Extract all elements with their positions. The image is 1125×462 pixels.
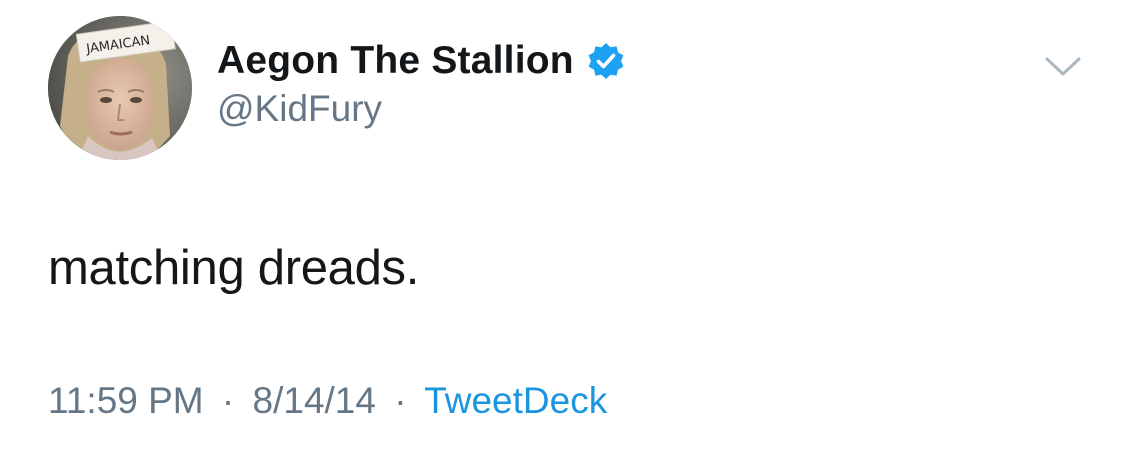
meta-separator: · bbox=[394, 380, 407, 421]
tweet-time[interactable]: 11:59 PM bbox=[48, 380, 204, 421]
verified-badge-icon bbox=[586, 41, 626, 81]
tweet-menu-button[interactable] bbox=[1040, 50, 1086, 84]
meta-separator: · bbox=[221, 380, 235, 421]
username-handle[interactable]: @KidFury bbox=[217, 88, 382, 130]
tweet-date[interactable]: 8/14/14 bbox=[253, 380, 376, 421]
tweet-text: matching dreads. bbox=[48, 241, 420, 295]
tweet-source-link[interactable]: TweetDeck bbox=[424, 380, 607, 421]
author-row: Aegon The Stallion bbox=[217, 38, 626, 84]
avatar-image: JAMAICAN bbox=[48, 16, 192, 160]
display-name[interactable]: Aegon The Stallion bbox=[217, 39, 574, 83]
avatar[interactable]: JAMAICAN bbox=[48, 16, 192, 160]
tweet-meta: 11:59 PM · 8/14/14 · TweetDeck bbox=[48, 380, 607, 422]
chevron-down-icon bbox=[1045, 57, 1081, 76]
